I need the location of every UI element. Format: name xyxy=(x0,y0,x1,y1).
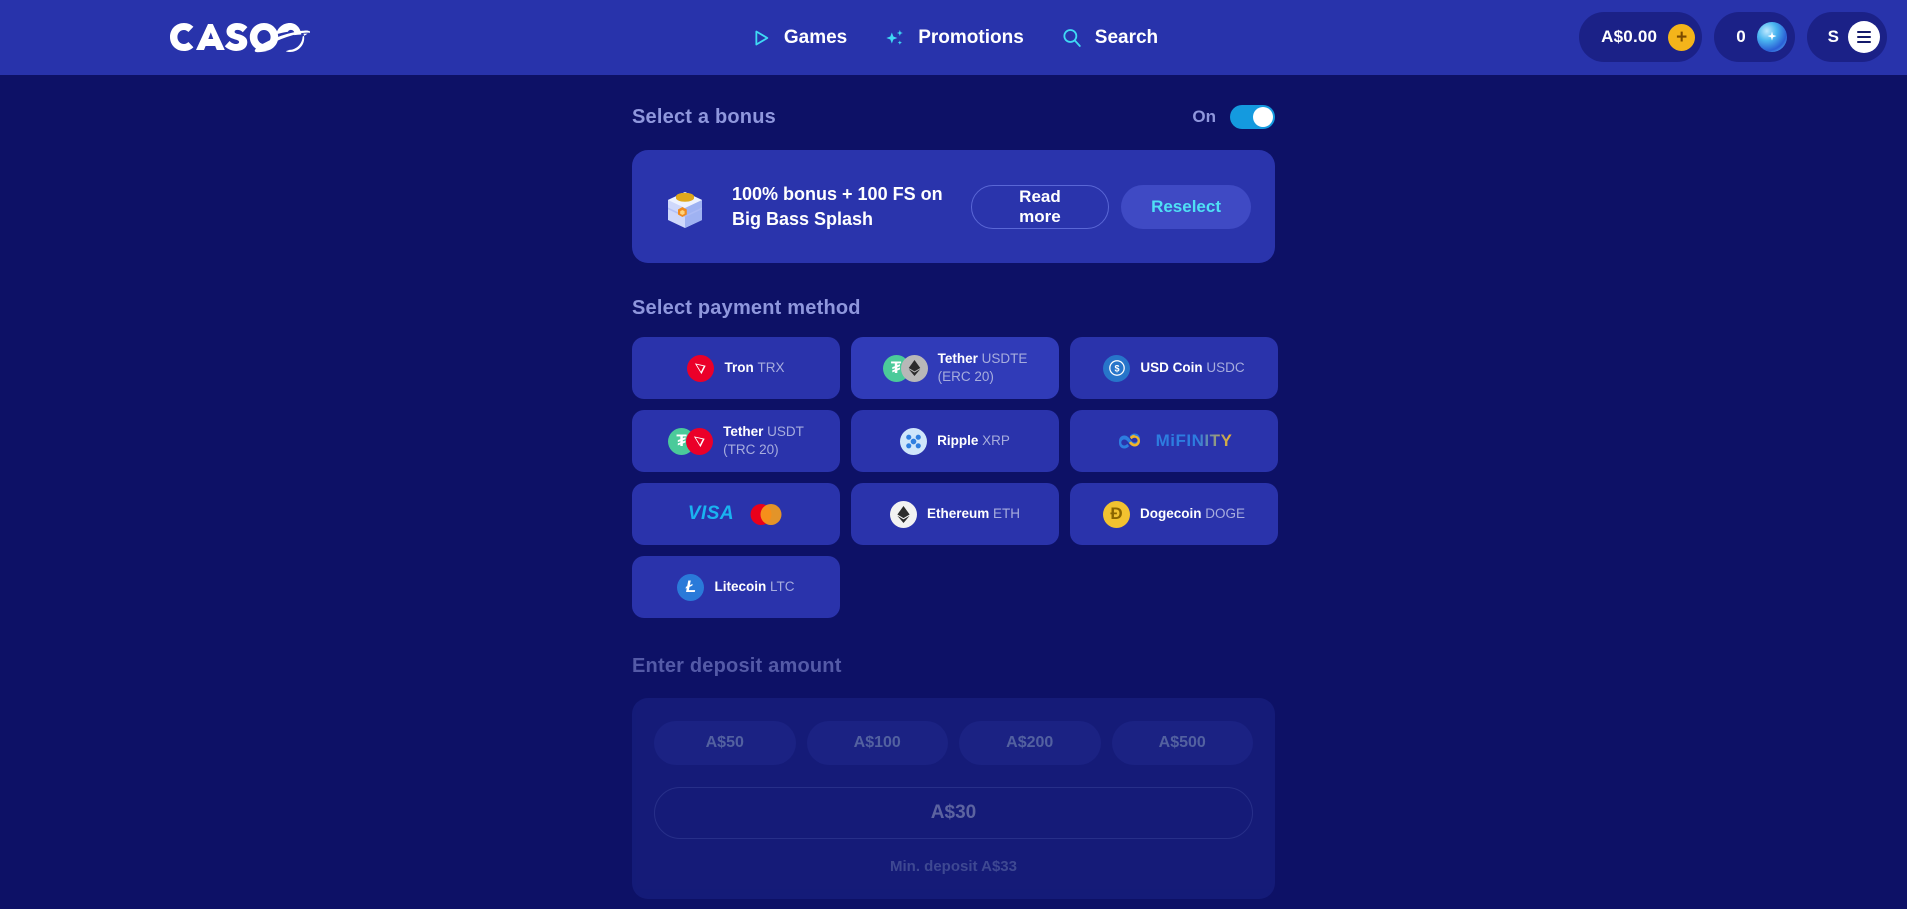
toggle-knob xyxy=(1253,107,1273,127)
nav-item-promotions-label: Promotions xyxy=(918,26,1024,48)
quick-amount-100[interactable]: A$100 xyxy=(806,721,948,765)
payment-method-tether-erc20[interactable]: ₮ Tether USDTE (ERC 20) xyxy=(851,337,1059,399)
bonus-card: 100% bonus + 100 FS on Big Bass Splash R… xyxy=(632,150,1275,263)
payment-method-label: Tether USDT (TRC 20) xyxy=(723,423,804,457)
quick-amount-row: A$50 A$100 A$200 A$500 xyxy=(654,721,1253,765)
payment-method-label: Tether USDTE (ERC 20) xyxy=(937,350,1028,384)
header-actions: A$0.00 + 0 S xyxy=(1579,12,1887,62)
mastercard-icon xyxy=(748,503,784,526)
tron-icon xyxy=(687,354,715,382)
bonus-toggle[interactable] xyxy=(1230,105,1275,129)
visa-icon: VISA xyxy=(687,503,735,524)
nav-item-search-label: Search xyxy=(1094,26,1159,48)
search-icon xyxy=(1060,26,1084,50)
reselect-button[interactable]: Reselect xyxy=(1121,184,1251,229)
quick-amount-200[interactable]: A$200 xyxy=(959,721,1101,765)
deposit-amount-title: Enter deposit amount xyxy=(632,655,842,677)
tron-icon xyxy=(686,427,714,455)
payment-method-ripple[interactable]: Ripple XRP xyxy=(851,410,1059,472)
site-header: Games Promotions Search A$0.00 + 0 S xyxy=(0,0,1907,75)
orb-icon xyxy=(1756,22,1787,52)
ethereum-grey-icon xyxy=(900,354,928,382)
sparkles-icon xyxy=(883,26,907,50)
nav-item-search[interactable]: Search xyxy=(1060,26,1158,50)
dogecoin-icon: Ð xyxy=(1102,500,1130,528)
user-menu-button[interactable]: S xyxy=(1806,12,1887,62)
balance-amount: A$0.00 xyxy=(1601,27,1658,46)
mifinity-icon: MiFINITY xyxy=(1116,431,1233,451)
bonus-count-button[interactable]: 0 xyxy=(1714,12,1795,62)
site-logo[interactable] xyxy=(164,17,310,57)
ripple-icon xyxy=(900,427,928,455)
deposit-amount-input[interactable] xyxy=(654,787,1253,839)
visa-mastercard-icons: VISA xyxy=(688,503,784,526)
bonus-description: 100% bonus + 100 FS on Big Bass Splash xyxy=(732,183,943,229)
select-payment-title: Select payment method xyxy=(632,297,861,319)
tether-tron-icons: ₮ xyxy=(668,427,714,455)
bonus-toggle-label: On xyxy=(1192,107,1216,126)
hamburger-icon[interactable] xyxy=(1848,21,1880,53)
svg-text:$: $ xyxy=(1114,364,1119,374)
payment-method-label: Ethereum ETH xyxy=(926,505,1021,521)
money-box-icon xyxy=(658,180,712,234)
quick-amount-50[interactable]: A$50 xyxy=(654,721,796,765)
payment-method-visa-mastercard[interactable]: VISA xyxy=(632,483,840,545)
payment-method-litecoin[interactable]: Ł Litecoin LTC xyxy=(632,556,840,618)
payment-method-dogecoin[interactable]: Ð Dogecoin DOGE xyxy=(1070,483,1278,545)
payment-method-tron[interactable]: Tron TRX xyxy=(632,337,840,399)
nav-item-games-label: Games xyxy=(783,26,848,48)
main-nav: Games Promotions Search xyxy=(749,0,1158,75)
deposit-page: Games Promotions Search A$0.00 + 0 S Sel… xyxy=(0,0,1907,909)
usdc-icon: $ xyxy=(1103,354,1131,382)
litecoin-icon: Ł xyxy=(677,573,705,601)
payment-method-label: Ripple XRP xyxy=(937,432,1010,448)
deposit-column: Select a bonus On 100% bonus + 100 FS on… xyxy=(632,75,1278,899)
payment-method-ethereum[interactable]: Ethereum ETH xyxy=(851,483,1059,545)
payment-method-usdc[interactable]: $ USD Coin USDC xyxy=(1070,337,1278,399)
deposit-content: Select a bonus On 100% bonus + 100 FS on… xyxy=(0,75,1907,909)
mifinity-wordmark: MiFINITY xyxy=(1155,431,1233,450)
tether-ethereum-icons: ₮ xyxy=(882,354,928,382)
payment-method-label: Tron TRX xyxy=(724,359,785,375)
payment-method-label: Litecoin LTC xyxy=(714,578,795,594)
play-icon xyxy=(749,26,773,50)
read-more-button[interactable]: Read more xyxy=(970,184,1110,229)
bonus-header: Select a bonus On xyxy=(632,97,1275,137)
deposit-panel: A$50 A$100 A$200 A$500 Min. deposit A$33 xyxy=(632,698,1275,899)
quick-amount-500[interactable]: A$500 xyxy=(1111,721,1253,765)
payment-method-mifinity[interactable]: MiFINITY xyxy=(1070,410,1278,472)
min-deposit-hint: Min. deposit A$33 xyxy=(890,858,1017,875)
bonus-toggle-group: On xyxy=(1192,105,1275,129)
select-bonus-title: Select a bonus xyxy=(632,105,776,128)
bonus-card-actions: Read more Reselect xyxy=(970,184,1251,229)
balance-button[interactable]: A$0.00 + xyxy=(1579,12,1703,62)
plus-icon[interactable]: + xyxy=(1668,23,1696,51)
nav-item-games[interactable]: Games xyxy=(749,26,847,50)
payment-method-label: Dogecoin DOGE xyxy=(1139,505,1246,521)
nav-item-promotions[interactable]: Promotions xyxy=(883,26,1024,50)
payment-method-grid: Tron TRX ₮ Tether USDTE (ERC 20) $ USD Co… xyxy=(632,337,1278,618)
bonus-count: 0 xyxy=(1736,27,1746,46)
ethereum-icon xyxy=(889,500,917,528)
payment-method-label: USD Coin USDC xyxy=(1140,359,1245,375)
avatar: S xyxy=(1827,27,1839,46)
payment-method-tether-trc20[interactable]: ₮ Tether USDT (TRC 20) xyxy=(632,410,840,472)
